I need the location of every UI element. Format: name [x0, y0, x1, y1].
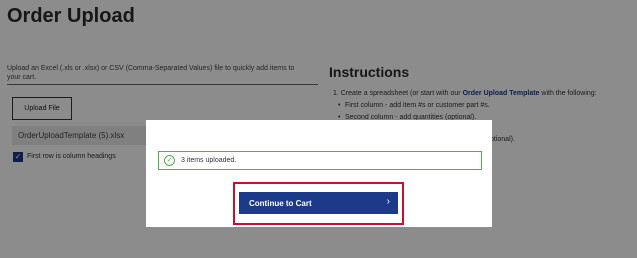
continue-to-cart-button[interactable]: Continue to Cart ›: [239, 192, 398, 214]
continue-to-cart-label: Continue to Cart: [249, 198, 312, 208]
check-circle-icon: ✓: [164, 155, 175, 166]
success-alert-text: 3 items uploaded.: [181, 157, 237, 164]
success-alert: ✓ 3 items uploaded.: [158, 151, 482, 170]
upload-success-modal: ✓ 3 items uploaded. Continue to Cart ›: [146, 120, 492, 227]
chevron-right-icon: ›: [386, 196, 390, 207]
